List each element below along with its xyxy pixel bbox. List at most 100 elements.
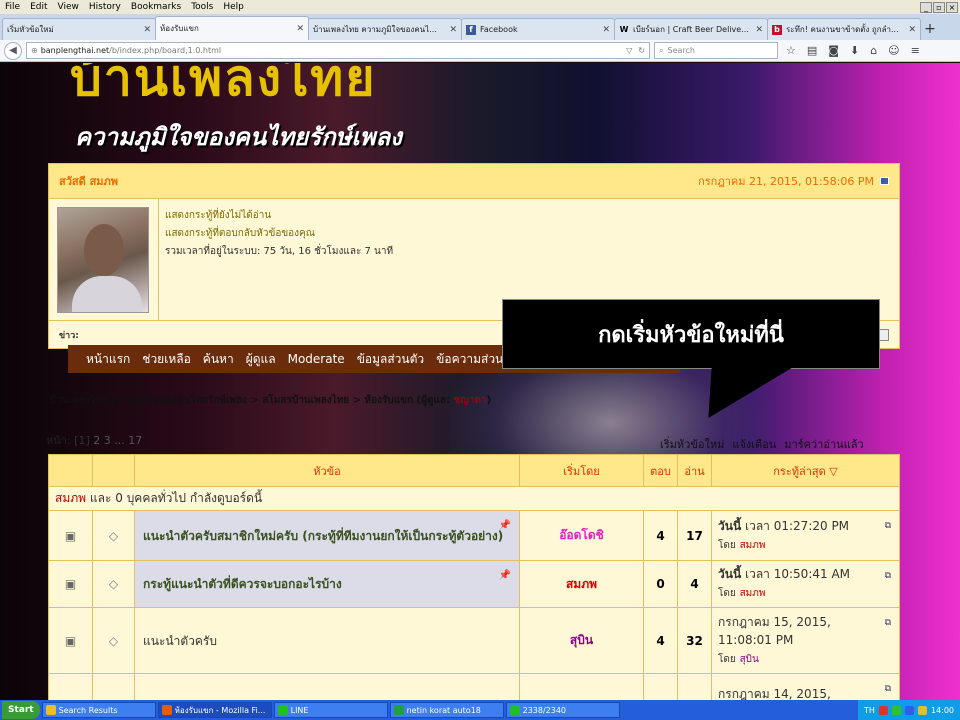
restore-icon[interactable]: ▫ [933, 1, 945, 13]
tray-network-icon[interactable] [891, 705, 901, 715]
taskbar-firefox[interactable]: ห้องรับแขก - Mozilla Fi... [157, 702, 272, 718]
table-row[interactable]: ▣ ◇ แนะนำตัวครับ สุบิน 4 32 กรกฎาคม 15, … [48, 607, 900, 674]
topic-title[interactable]: กระทู้แนะนำตัวที่ดีควรจะบอกอะไรบ้าง [143, 577, 342, 591]
taskbar-netin[interactable]: netin korat auto18 [389, 702, 504, 718]
header-last-post[interactable]: กระทู้ล่าสุด ▽ [711, 454, 900, 487]
viewing-user[interactable]: สมภพ [55, 491, 86, 505]
windows-taskbar: Start Search Results ห้องรับแขก - Mozill… [0, 700, 960, 720]
menu-file[interactable]: File [0, 2, 25, 12]
topic-subject[interactable]: กระทู้แนะนำตัวที่ดีควรจะบอกอะไรบ้าง 📌 [134, 560, 520, 608]
tray-volume-icon[interactable] [904, 705, 914, 715]
topic-subject[interactable]: แนะนำตัวครับสมาชิกใหม่ครับ (กระทู้ที่ทีม… [134, 510, 520, 561]
taskbar-chat-count[interactable]: 2338/2340 [505, 702, 620, 718]
mark-read-button[interactable]: มาร์คว่าอ่านแล้ว [784, 435, 863, 453]
taskbar-search-results[interactable]: Search Results [41, 702, 156, 718]
table-row[interactable]: กรกฎาคม 14, 2015, ⧉ [48, 673, 900, 700]
pocket-icon[interactable]: ◙ [828, 44, 839, 57]
close-tab-icon[interactable]: ✕ [755, 25, 763, 35]
hamburger-menu-icon[interactable]: ≡ [911, 44, 920, 57]
language-indicator[interactable]: TH [864, 706, 875, 715]
replies-link[interactable]: แสดงกระทู้ที่ตอบกลับหัวข้อของคุณ [165, 225, 393, 243]
last-post-user[interactable]: สุบิน [740, 654, 759, 665]
nav-home[interactable]: หน้าแรก [80, 350, 136, 369]
url-bar[interactable]: ⊕ banplengthai.net/b/index.php/board,1.0… [26, 42, 650, 59]
search-input[interactable]: ⌕ Search [654, 42, 778, 59]
home-icon[interactable]: ⌂ [870, 44, 877, 57]
header-icon2 [92, 454, 135, 487]
topic-status-icon: ◇ [92, 607, 135, 674]
close-tab-icon[interactable]: ✕ [296, 24, 304, 34]
notify-button[interactable]: แจ้งเตือน [732, 435, 776, 453]
breadcrumb-path[interactable]: บ้านเพลงไทย ความภูมิใจของคนไทยรักษ์เพลง … [50, 395, 413, 406]
last-post-icon[interactable]: ⧉ [885, 517, 891, 535]
tab-craft-beer[interactable]: W เบียร์นอก | Craft Beer Delive... ✕ [614, 18, 768, 40]
topic-starter[interactable] [519, 673, 644, 700]
table-row[interactable]: ▣ ◇ แนะนำตัวครับสมาชิกใหม่ครับ (กระทู้ที… [48, 510, 900, 561]
topic-replies: 0 [643, 560, 678, 608]
download-icon[interactable]: ⬇ [850, 44, 859, 57]
topic-starter[interactable]: อ๊อดโดชิ [519, 510, 644, 561]
search-icon: ⌕ [659, 45, 664, 55]
last-post-icon[interactable]: ⧉ [885, 614, 891, 632]
topic-replies: 4 [643, 607, 678, 674]
close-icon[interactable]: × [946, 1, 958, 13]
start-button[interactable]: Start [2, 701, 40, 719]
close-tab-icon[interactable]: ✕ [449, 25, 457, 35]
moderator-link[interactable]: ชญาดา [454, 395, 487, 406]
unread-topics-link[interactable]: แสดงกระทู้ที่ยังไม่ได้อ่าน [165, 207, 393, 225]
tab-facebook[interactable]: f Facebook ✕ [461, 18, 615, 40]
menu-tools[interactable]: Tools [186, 2, 218, 12]
close-tab-icon[interactable]: ✕ [908, 25, 916, 35]
tray-antivirus-icon[interactable] [878, 705, 888, 715]
taskbar-label: 2338/2340 [522, 705, 567, 715]
back-icon[interactable]: ◀ [4, 41, 22, 60]
nav-moderate[interactable]: Moderate [282, 352, 351, 366]
menu-edit[interactable]: Edit [25, 2, 52, 12]
nav-profile[interactable]: ข้อมูลส่วนตัว [351, 350, 430, 369]
menu-help[interactable]: Help [218, 2, 249, 12]
menu-history[interactable]: History [84, 2, 126, 12]
topic-title[interactable]: แนะนำตัวครับสมาชิกใหม่ครับ (กระทู้ที่ทีม… [143, 529, 503, 543]
reading-list-icon[interactable]: ▤ [807, 44, 817, 57]
last-post-by: โดย [718, 653, 736, 665]
topic-starter[interactable]: สมภพ [519, 560, 644, 608]
last-post-time: เวลา 10:50:41 AM [744, 567, 851, 581]
last-post-icon[interactable]: ⧉ [885, 680, 891, 698]
avatar[interactable] [57, 207, 149, 313]
close-tab-icon[interactable]: ✕ [602, 25, 610, 35]
tab-new-topic[interactable]: เริ่มหัวข้อใหม่ ✕ [2, 18, 156, 40]
collapse-icon[interactable] [880, 177, 889, 185]
chat-icon[interactable]: ☺ [888, 44, 899, 57]
menu-bookmarks[interactable]: Bookmarks [126, 2, 186, 12]
tab-news[interactable]: b ระทึก! คนงานขาข้าดตั้ง ถูกลำ... ✕ [767, 18, 921, 40]
header-starter[interactable]: เริ่มโดย [519, 454, 644, 487]
header-replies[interactable]: ตอบ [643, 454, 678, 487]
close-tab-icon[interactable]: ✕ [143, 25, 151, 35]
star-icon[interactable]: ☆ [786, 44, 796, 57]
tab-label: ห้องรับแขก [160, 24, 199, 33]
reload-icon[interactable]: ↻ [638, 46, 645, 55]
new-tab-icon[interactable]: + [920, 20, 940, 40]
dropdown-icon[interactable]: ▽ [626, 46, 632, 55]
taskbar-line[interactable]: LINE [273, 702, 388, 718]
tab-banplengthai[interactable]: บ้านเพลงไทย ความภูมิใจของคนไ... ✕ [308, 18, 462, 40]
nav-search[interactable]: ค้นหา [197, 350, 240, 369]
header-views[interactable]: อ่าน [677, 454, 712, 487]
nav-admin[interactable]: ผู้ดูแล [240, 350, 282, 369]
last-post-user[interactable]: สมภพ [740, 540, 766, 551]
topic-starter[interactable]: สุบิน [519, 607, 644, 674]
tray-update-icon[interactable] [917, 705, 927, 715]
tab-guest-room[interactable]: ห้องรับแขก ✕ [155, 16, 309, 40]
table-row[interactable]: ▣ ◇ กระทู้แนะนำตัวที่ดีควรจะบอกอะไรบ้าง 📌… [48, 560, 900, 608]
minimize-icon[interactable]: _ [920, 1, 932, 13]
last-post-icon[interactable]: ⧉ [885, 567, 891, 585]
header-subject[interactable]: หัวข้อ [134, 454, 520, 487]
new-topic-button[interactable]: เริ่มหัวข้อใหม่ [660, 435, 724, 453]
last-post-user[interactable]: สมภพ [740, 588, 766, 599]
nav-help[interactable]: ช่วยเหลือ [136, 350, 197, 369]
topic-subject[interactable] [134, 673, 520, 700]
menu-view[interactable]: View [53, 2, 84, 12]
topic-title[interactable]: แนะนำตัวครับ [143, 634, 217, 648]
topic-subject[interactable]: แนะนำตัวครับ [134, 607, 520, 674]
page-links[interactable]: 2 3 ... 17 [93, 434, 142, 447]
